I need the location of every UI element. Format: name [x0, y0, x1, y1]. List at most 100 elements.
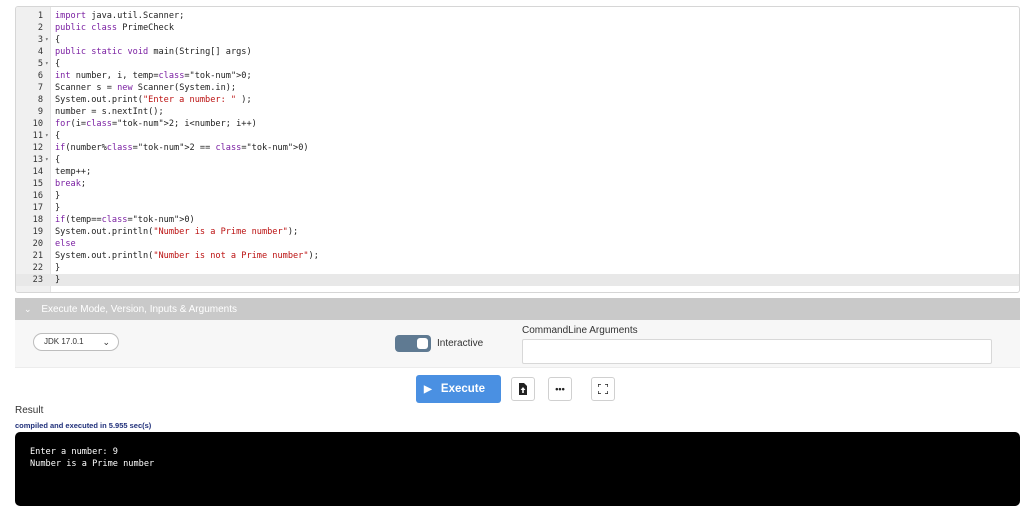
line-number: 16: [32, 191, 43, 201]
jdk-version-select[interactable]: JDK 17.0.1 ⌄: [33, 333, 119, 351]
execute-label: Execute: [440, 383, 486, 395]
code-lines[interactable]: 1 import java.util.Scanner; 2 public class …: [16, 10, 1019, 286]
code-text: temp++;: [55, 167, 92, 177]
upload-file-button[interactable]: [511, 377, 535, 401]
code-text: {: [55, 131, 61, 141]
code-text: {: [55, 35, 61, 45]
chevron-down-icon: ⌄: [24, 304, 32, 314]
code-line[interactable]: 17}: [16, 202, 1019, 214]
code-line[interactable]: 6 int number, i, temp=class="tok-num">0;: [16, 70, 1019, 82]
line-number: 12: [32, 143, 43, 153]
code-line[interactable]: 1 import java.util.Scanner;: [16, 10, 1019, 22]
fold-arrow-icon[interactable]: ▾: [45, 130, 49, 142]
execute-mode-title: Execute Mode, Version, Inputs & Argument…: [41, 304, 237, 315]
commandline-arguments-input[interactable]: [522, 339, 992, 364]
output-line: Number is a Prime number: [30, 459, 155, 469]
line-number: 1: [37, 11, 43, 21]
code-line[interactable]: 22}: [16, 262, 1019, 274]
fullscreen-button[interactable]: [591, 377, 615, 401]
code-line[interactable]: 9 number = s.nextInt();: [16, 106, 1019, 118]
line-number: 17: [32, 203, 43, 213]
line-number: 22: [32, 263, 43, 273]
line-number: 3: [37, 35, 43, 45]
code-text: import java.util.Scanner;: [55, 11, 185, 21]
line-number: 18: [32, 215, 43, 225]
code-line[interactable]: 21 System.out.println("Number is not a Pr…: [16, 250, 1019, 262]
line-number: 9: [37, 107, 43, 117]
code-text: public static void main(String[] args): [55, 47, 252, 57]
line-number: 5: [37, 59, 43, 69]
line-number: 19: [32, 227, 43, 237]
compile-status: compiled and executed in 5.955 sec(s): [15, 421, 152, 430]
code-text: break;: [55, 179, 87, 189]
interactive-label: Interactive: [437, 338, 484, 349]
code-text: else: [55, 239, 76, 249]
fold-arrow-icon[interactable]: ▾: [45, 154, 49, 166]
code-text: }: [55, 263, 61, 273]
code-line[interactable]: 10 for(i=class="tok-num">2; i<number; i++…: [16, 118, 1019, 130]
line-number: 10: [32, 119, 43, 129]
fold-arrow-icon[interactable]: ▾: [45, 34, 49, 46]
code-line[interactable]: 2 public class PrimeCheck: [16, 22, 1019, 34]
line-number: 14: [32, 167, 43, 177]
output-terminal[interactable]: Enter a number: 9 Number is a Prime numb…: [15, 432, 1020, 506]
execute-mode-toggle-bar[interactable]: ⌄ Execute Mode, Version, Inputs & Argume…: [15, 298, 1020, 320]
code-line[interactable]: 18 if(temp==class="tok-num">0): [16, 214, 1019, 226]
upload-file-icon: [519, 383, 527, 395]
line-number: 11: [32, 131, 43, 141]
code-line[interactable]: 7 Scanner s = new Scanner(System.in);: [16, 82, 1019, 94]
code-line[interactable]: 23}: [16, 274, 1019, 286]
code-line[interactable]: 20 else: [16, 238, 1019, 250]
code-text: Scanner s = new Scanner(System.in);: [55, 83, 237, 93]
code-line[interactable]: 3 ▾ {: [16, 34, 1019, 46]
code-line[interactable]: 15 break;: [16, 178, 1019, 190]
code-text: }: [55, 191, 61, 201]
commandline-arguments-label: CommandLine Arguments: [522, 325, 638, 336]
code-text: if(temp==class="tok-num">0): [55, 215, 195, 225]
code-line[interactable]: 5 ▾ {: [16, 58, 1019, 70]
code-text: System.out.print("Enter a number: " );: [55, 95, 252, 105]
code-line[interactable]: 13 ▾ {: [16, 154, 1019, 166]
line-number: 2: [37, 23, 43, 33]
more-options-icon: •••: [555, 384, 565, 394]
code-line[interactable]: 16}: [16, 190, 1019, 202]
line-number: 8: [37, 95, 43, 105]
code-text: number = s.nextInt();: [55, 107, 164, 117]
result-heading: Result: [15, 405, 44, 416]
code-line[interactable]: 8 System.out.print("Enter a number: " );: [16, 94, 1019, 106]
chevron-down-icon: ⌄: [102, 337, 110, 347]
online-java-compiler: 1 import java.util.Scanner; 2 public class …: [0, 0, 1024, 512]
code-editor[interactable]: 1 import java.util.Scanner; 2 public class …: [15, 6, 1020, 293]
fold-arrow-icon[interactable]: ▾: [45, 58, 49, 70]
code-text: if(number%class="tok-num">2 == class="to…: [55, 143, 309, 153]
code-line[interactable]: 12 if(number%class="tok-num">2 == class="…: [16, 142, 1019, 154]
code-line[interactable]: 19 System.out.println("Number is a Prime …: [16, 226, 1019, 238]
code-text: public class PrimeCheck: [55, 23, 175, 33]
execute-button[interactable]: ▶ Execute: [416, 375, 501, 403]
code-text: System.out.println("Number is not a Prim…: [55, 251, 319, 261]
line-number: 20: [32, 239, 43, 249]
code-line[interactable]: 4 public static void main(String[] args): [16, 46, 1019, 58]
code-text: }: [55, 275, 61, 285]
code-text: int number, i, temp=class="tok-num">0;: [55, 71, 252, 81]
code-text: {: [55, 59, 61, 69]
line-number: 7: [37, 83, 43, 93]
code-text: System.out.println("Number is a Prime nu…: [55, 227, 299, 237]
line-number: 21: [32, 251, 43, 261]
line-number: 4: [37, 47, 43, 57]
line-number: 23: [32, 275, 43, 285]
execute-controls: JDK 17.0.1 ⌄ Interactive CommandLine Arg…: [15, 320, 1020, 368]
code-text: {: [55, 155, 61, 165]
toggle-knob: [417, 338, 428, 349]
code-text: for(i=class="tok-num">2; i<number; i++): [55, 119, 257, 129]
more-options-button[interactable]: •••: [548, 377, 572, 401]
code-line[interactable]: 14 temp++;: [16, 166, 1019, 178]
output-line: Enter a number: 9: [30, 447, 118, 457]
jdk-version-value: JDK 17.0.1: [44, 337, 84, 346]
fullscreen-icon: [597, 383, 609, 395]
code-text: }: [55, 203, 61, 213]
interactive-toggle[interactable]: [395, 335, 431, 352]
line-number: 13: [32, 155, 43, 165]
code-line[interactable]: 11 ▾ {: [16, 130, 1019, 142]
play-icon: ▶: [424, 384, 432, 395]
